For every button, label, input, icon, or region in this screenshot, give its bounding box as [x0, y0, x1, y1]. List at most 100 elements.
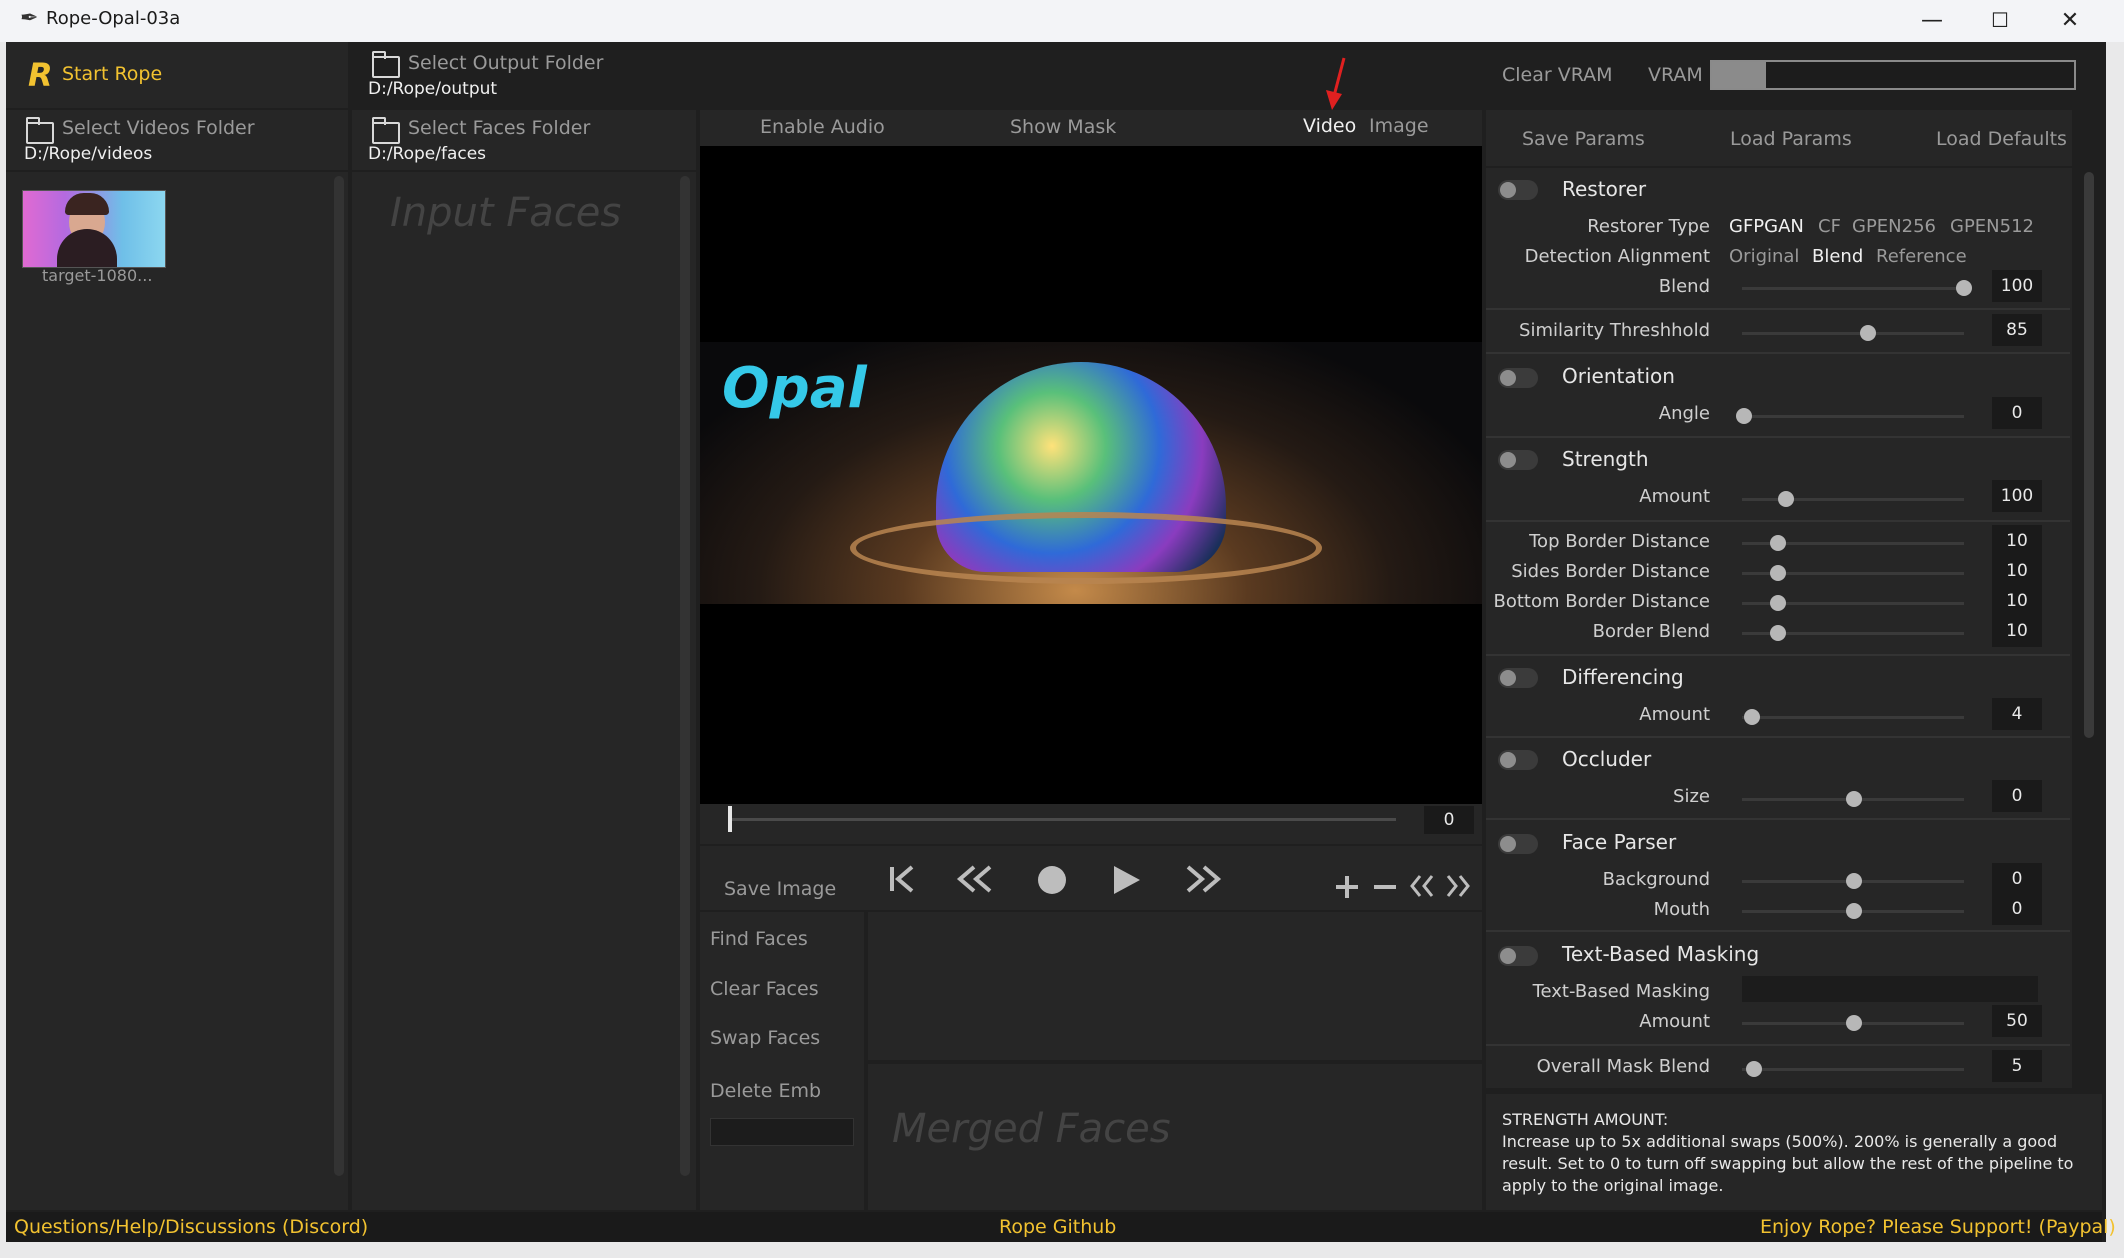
swap-faces-button[interactable]: Swap Faces [710, 1027, 820, 1049]
fast-forward-icon[interactable] [1182, 864, 1222, 894]
sides-border-slider[interactable] [1742, 565, 1964, 581]
strength-amount-slider[interactable] [1742, 491, 1964, 507]
top-border-slider[interactable] [1742, 535, 1964, 551]
delete-emb-button[interactable]: Delete Emb [710, 1080, 821, 1102]
slider-knob[interactable] [1736, 408, 1752, 424]
text-masking-input[interactable] [1742, 976, 2038, 1002]
restorer-type-gpen512[interactable]: GPEN512 [1950, 216, 2034, 237]
discord-link[interactable]: Questions/Help/Discussions (Discord) [14, 1216, 368, 1238]
alignment-reference[interactable]: Reference [1876, 246, 1967, 267]
occluder-toggle[interactable] [1498, 750, 1538, 770]
play-icon[interactable] [1110, 864, 1142, 896]
show-mask-toggle[interactable]: Show Mask [1010, 116, 1116, 138]
top-border-value[interactable]: 10 [1992, 525, 2042, 557]
slider-knob[interactable] [1770, 625, 1786, 641]
slider-knob[interactable] [1846, 1015, 1862, 1031]
embedding-name-input[interactable] [710, 1118, 854, 1146]
select-faces-folder-button[interactable]: Select Faces Folder [408, 117, 590, 139]
differencing-amount-slider[interactable] [1742, 709, 1964, 725]
video-preview[interactable]: Opal [700, 146, 1482, 804]
previous-marker-icon[interactable] [1408, 872, 1436, 900]
background-value[interactable]: 0 [1992, 863, 2042, 895]
frame-number-field[interactable]: 0 [1424, 806, 1474, 834]
rewind-icon[interactable] [956, 864, 996, 894]
select-output-folder-button[interactable]: Select Output Folder [408, 52, 603, 74]
maximize-button[interactable]: ☐ [1966, 0, 2034, 40]
clear-faces-button[interactable]: Clear Faces [710, 978, 819, 1000]
divider [1486, 520, 2070, 522]
find-faces-button[interactable]: Find Faces [710, 928, 808, 950]
slider-knob[interactable] [1770, 535, 1786, 551]
record-icon[interactable] [1036, 864, 1068, 896]
restorer-type-gpen256[interactable]: GPEN256 [1852, 216, 1936, 237]
restorer-blend-slider[interactable] [1742, 280, 1972, 296]
occluder-size-slider[interactable] [1742, 791, 1964, 807]
load-defaults-button[interactable]: Load Defaults [1936, 128, 2067, 150]
slider-knob[interactable] [1846, 873, 1862, 889]
sides-border-value[interactable]: 10 [1992, 555, 2042, 587]
differencing-amount-value[interactable]: 4 [1992, 698, 2042, 730]
timeline-track[interactable] [730, 818, 1396, 821]
slider-knob[interactable] [1956, 280, 1972, 296]
skip-to-start-icon[interactable] [888, 864, 918, 894]
restorer-blend-value[interactable]: 100 [1992, 270, 2042, 302]
differencing-toggle[interactable] [1498, 668, 1538, 688]
video-thumbnail[interactable] [22, 190, 166, 268]
paypal-link[interactable]: Enjoy Rope? Please Support! (Paypal) [1760, 1216, 2116, 1238]
background-label: Background [1602, 869, 1710, 890]
slider-knob[interactable] [1846, 791, 1862, 807]
github-link[interactable]: Rope Github [999, 1216, 1116, 1238]
add-marker-icon[interactable] [1334, 874, 1360, 900]
angle-slider[interactable] [1736, 408, 1964, 424]
load-params-button[interactable]: Load Params [1730, 128, 1852, 150]
timeline-handle[interactable] [728, 806, 732, 832]
close-button[interactable]: ✕ [2036, 0, 2104, 40]
slider-knob[interactable] [1846, 903, 1862, 919]
mouth-slider[interactable] [1742, 903, 1964, 919]
text-masking-toggle[interactable] [1498, 946, 1538, 966]
slider-knob[interactable] [1744, 709, 1760, 725]
minimize-button[interactable]: — [1898, 0, 1966, 40]
restorer-type-cf[interactable]: CF [1818, 216, 1841, 237]
orientation-toggle[interactable] [1498, 368, 1538, 388]
tab-image[interactable]: Image [1369, 115, 1429, 137]
slider-knob[interactable] [1770, 595, 1786, 611]
text-masking-amount-value[interactable]: 50 [1992, 1005, 2042, 1037]
save-image-button[interactable]: Save Image [724, 878, 836, 900]
slider-knob[interactable] [1860, 325, 1876, 341]
alignment-original[interactable]: Original [1729, 246, 1799, 267]
start-rope-button[interactable]: Start Rope [62, 63, 162, 85]
slider-knob[interactable] [1778, 491, 1794, 507]
text-masking-amount-slider[interactable] [1742, 1015, 1964, 1031]
slider-knob[interactable] [1770, 565, 1786, 581]
background-slider[interactable] [1742, 873, 1964, 889]
overall-mask-blend-slider[interactable] [1742, 1061, 1964, 1077]
similarity-value[interactable]: 85 [1992, 314, 2042, 346]
videos-scrollbar[interactable] [334, 176, 344, 1176]
border-blend-slider[interactable] [1742, 625, 1964, 641]
save-params-button[interactable]: Save Params [1522, 128, 1645, 150]
bottom-border-value[interactable]: 10 [1992, 585, 2042, 617]
restorer-type-gfpgan[interactable]: GFPGAN [1729, 216, 1804, 237]
face-actions-column: Find Faces Clear Faces Swap Faces Delete… [700, 912, 864, 1210]
tab-video[interactable]: Video [1303, 115, 1356, 137]
mouth-value[interactable]: 0 [1992, 893, 2042, 925]
faces-scrollbar[interactable] [680, 176, 690, 1176]
remove-marker-icon[interactable] [1372, 874, 1398, 900]
occluder-size-value[interactable]: 0 [1992, 780, 2042, 812]
select-videos-folder-button[interactable]: Select Videos Folder [62, 117, 255, 139]
face-parser-toggle[interactable] [1498, 834, 1538, 854]
overall-mask-blend-value[interactable]: 5 [1992, 1050, 2042, 1082]
bottom-border-slider[interactable] [1742, 595, 1964, 611]
restorer-toggle[interactable] [1498, 180, 1538, 200]
border-blend-value[interactable]: 10 [1992, 615, 2042, 647]
clear-vram-button[interactable]: Clear VRAM [1502, 64, 1613, 86]
strength-toggle[interactable] [1498, 450, 1538, 470]
angle-value[interactable]: 0 [1992, 397, 2042, 429]
enable-audio-toggle[interactable]: Enable Audio [760, 116, 885, 138]
slider-knob[interactable] [1746, 1061, 1762, 1077]
params-scrollbar[interactable] [2084, 172, 2094, 738]
similarity-slider[interactable] [1742, 325, 1964, 341]
strength-amount-value[interactable]: 100 [1992, 480, 2042, 512]
alignment-blend[interactable]: Blend [1812, 246, 1863, 267]
